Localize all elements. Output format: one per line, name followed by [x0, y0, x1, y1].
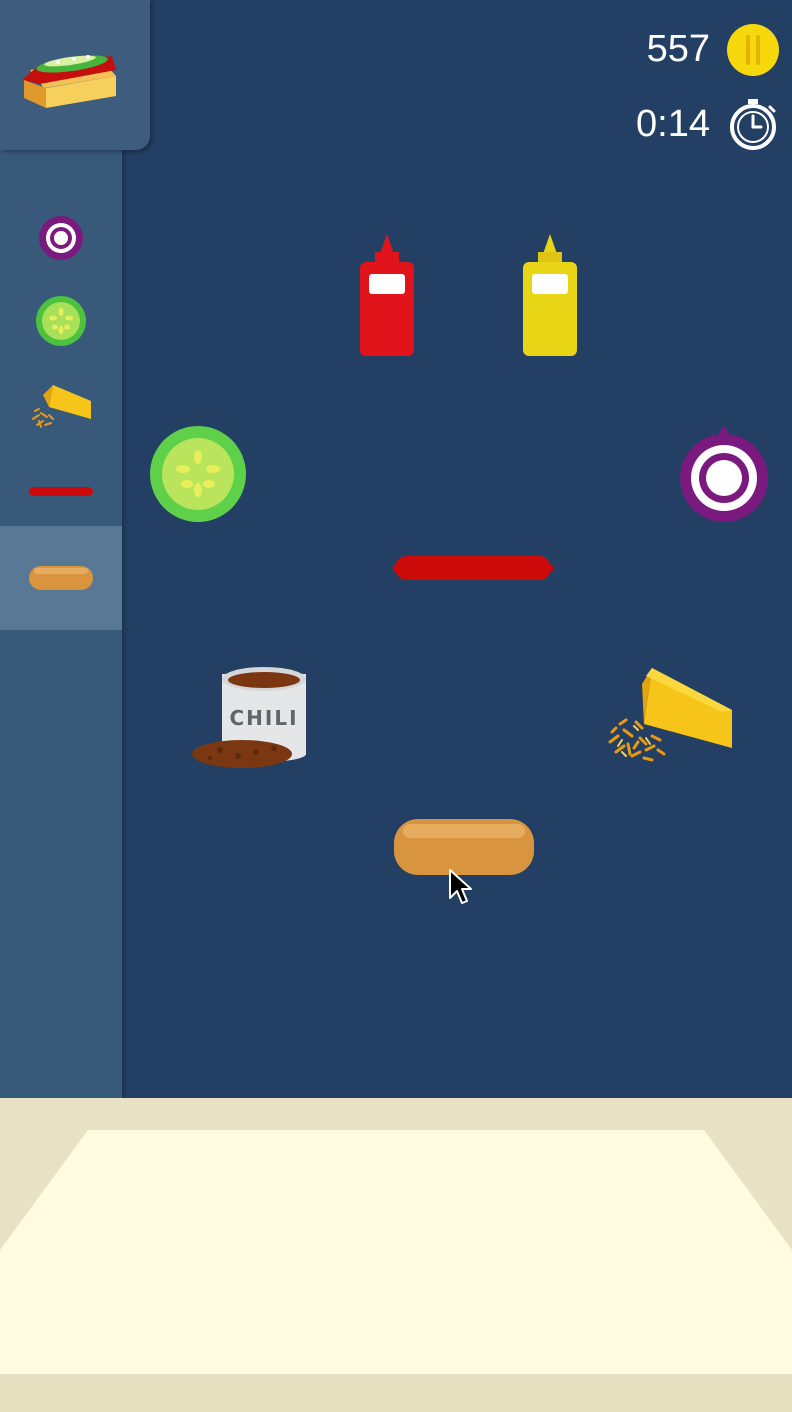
coin-icon [727, 24, 779, 76]
sidebar-item-sausage[interactable] [0, 448, 122, 534]
sausage-icon [29, 487, 93, 496]
order-card[interactable] [0, 0, 150, 150]
mustard-bottle-icon[interactable] [521, 234, 579, 358]
counter-top [0, 1130, 792, 1374]
cucumber-icon [36, 296, 86, 346]
sidebar-item-bun[interactable] [0, 526, 122, 630]
red-onion-icon[interactable] [678, 424, 770, 524]
sidebar-item-onion[interactable] [0, 194, 122, 280]
ketchup-bottle-icon[interactable] [358, 234, 416, 358]
coin-counter: 557 [646, 28, 710, 70]
sidebar-item-cucumber[interactable] [0, 278, 122, 364]
cheese-wedge-icon[interactable] [606, 666, 736, 768]
counter-edge [0, 1374, 792, 1412]
chili-label: CHILI [229, 706, 299, 730]
timer-display: 0:14 [636, 103, 710, 145]
cucumber-slice-icon[interactable] [148, 424, 248, 524]
mouse-pointer-icon [449, 869, 472, 904]
bun-icon [29, 566, 93, 590]
cheese-icon [32, 385, 91, 428]
sausage-icon[interactable] [393, 552, 553, 584]
hotdog-order-icon [22, 55, 116, 108]
sidebar-item-cheese[interactable] [0, 362, 122, 448]
chili-can[interactable]: CHILI [190, 666, 310, 772]
ingredient-sidebar [0, 150, 122, 1098]
onion-icon [39, 215, 83, 260]
stopwatch-icon [730, 99, 776, 150]
